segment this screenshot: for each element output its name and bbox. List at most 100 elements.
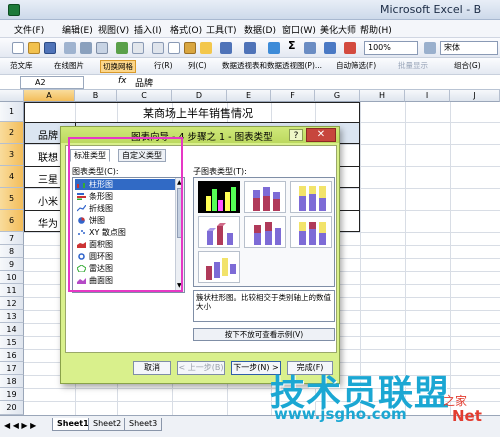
menu-format[interactable]: 格式(O)	[170, 23, 202, 36]
col-header-h[interactable]: H	[360, 90, 405, 102]
select-all-corner[interactable]	[0, 90, 24, 102]
row-header-17[interactable]: 17	[0, 362, 24, 375]
fx-icon[interactable]: fx	[118, 76, 127, 86]
toggle-grid-button[interactable]: 切换网格	[100, 60, 136, 73]
menu-edit[interactable]: 编辑(E)	[62, 23, 93, 36]
cell-a6[interactable]: 华为	[38, 215, 58, 230]
spelling-icon[interactable]	[116, 42, 128, 54]
subtype-stacked-column[interactable]	[244, 181, 286, 213]
print-icon[interactable]	[80, 42, 92, 54]
row-header-9[interactable]: 9	[0, 258, 24, 271]
subtype-label: 子图表类型(T):	[193, 167, 247, 176]
undo-icon[interactable]	[220, 42, 232, 54]
sheet-title-cell[interactable]: 某商场上半年销售情况	[143, 105, 253, 121]
col-header-g[interactable]: G	[315, 90, 360, 102]
row-header-6[interactable]: 6	[0, 210, 24, 232]
col-header-d[interactable]: D	[172, 90, 227, 102]
batch-display-button[interactable]: 批量显示	[396, 60, 430, 73]
menu-tools[interactable]: 工具(T)	[206, 23, 237, 36]
menu-beautify[interactable]: 美化大师	[320, 23, 356, 36]
hyperlink-icon[interactable]	[268, 42, 280, 54]
menu-data[interactable]: 数据(D)	[244, 23, 276, 36]
col-header-f[interactable]: F	[271, 90, 315, 102]
cell-a2[interactable]: 品牌	[38, 127, 58, 142]
row-header-12[interactable]: 12	[0, 297, 24, 310]
online-images-button[interactable]: 在线图片	[52, 60, 86, 73]
col-header-j[interactable]: J	[450, 90, 500, 102]
cell-a3[interactable]: 联想	[38, 149, 58, 164]
sort-desc-icon[interactable]	[324, 42, 336, 54]
standard-toolbar: Σ 100% 宋体	[0, 38, 500, 58]
row-header-13[interactable]: 13	[0, 310, 24, 323]
subtype-3d-column[interactable]	[198, 251, 240, 283]
row-header-3[interactable]: 3	[0, 144, 24, 166]
3d-column-icon	[206, 258, 236, 280]
menu-view[interactable]: 视图(V)	[98, 23, 129, 36]
formula-input[interactable]: 品牌	[135, 76, 153, 89]
sheet-tab-2[interactable]: Sheet2	[88, 418, 127, 431]
autofilter-button[interactable]: 自动筛选(F)	[334, 60, 378, 73]
fanwenku-button[interactable]: 范文库	[8, 60, 35, 73]
cancel-button[interactable]: 取消	[133, 361, 171, 375]
open-icon[interactable]	[28, 42, 40, 54]
row-header-1[interactable]: 1	[0, 102, 24, 122]
row-header-10[interactable]: 10	[0, 271, 24, 284]
subtype-100-stacked-column[interactable]	[290, 181, 332, 213]
research-icon[interactable]	[132, 42, 144, 54]
sort-icon[interactable]	[304, 42, 316, 54]
row-header-2[interactable]: 2	[0, 122, 24, 144]
col-header-e[interactable]: E	[227, 90, 271, 102]
row-header-15[interactable]: 15	[0, 336, 24, 349]
row-header-19[interactable]: 19	[0, 388, 24, 401]
press-to-preview-button[interactable]: 按下不放可查看示例(V)	[193, 328, 335, 341]
close-icon[interactable]: ✕	[306, 128, 336, 142]
redo-icon[interactable]	[244, 42, 256, 54]
sheet-tab-3[interactable]: Sheet3	[124, 418, 163, 431]
copy-icon[interactable]	[168, 42, 180, 54]
subtype-3d-stacked-column[interactable]	[244, 216, 286, 248]
row-header-7[interactable]: 7	[0, 232, 24, 245]
cell-a4[interactable]: 三星	[38, 171, 58, 186]
column-button[interactable]: 列(C)	[186, 60, 209, 73]
format-painter-icon[interactable]	[200, 42, 212, 54]
save-icon[interactable]	[44, 42, 56, 54]
subtype-3d-100-stacked-column[interactable]	[290, 216, 332, 248]
pivot-table-button[interactable]: 数据透视表和数据透视图(P)...	[220, 60, 324, 73]
group-button[interactable]: 组合(G)	[452, 60, 483, 73]
cut-icon[interactable]	[152, 42, 164, 54]
row-button[interactable]: 行(R)	[152, 60, 175, 73]
cell-a5[interactable]: 小米	[38, 193, 58, 208]
window-title: Microsoft Excel - B	[380, 3, 482, 16]
subtype-3d-clustered-column[interactable]	[198, 216, 240, 248]
preview-icon[interactable]	[96, 42, 108, 54]
row-header-4[interactable]: 4	[0, 166, 24, 188]
menu-insert[interactable]: 插入(I)	[134, 23, 162, 36]
help-icon[interactable]: ?	[289, 129, 303, 141]
row-header-8[interactable]: 8	[0, 245, 24, 258]
name-box[interactable]: A2	[20, 76, 84, 89]
sum-icon[interactable]: Σ	[288, 39, 296, 52]
row-header-5[interactable]: 5	[0, 188, 24, 210]
zoom-select[interactable]: 100%	[364, 41, 418, 55]
menu-file[interactable]: 文件(F)	[14, 23, 44, 36]
row-header-11[interactable]: 11	[0, 284, 24, 297]
col-header-a[interactable]: A	[24, 90, 75, 102]
subtype-clustered-column[interactable]	[198, 181, 240, 213]
back-button[interactable]: < 上一步(B)	[177, 361, 225, 375]
menu-help[interactable]: 帮助(H)	[360, 23, 392, 36]
col-header-i[interactable]: I	[405, 90, 450, 102]
row-header-16[interactable]: 16	[0, 349, 24, 362]
chart-icon[interactable]	[344, 42, 356, 54]
row-header-18[interactable]: 18	[0, 375, 24, 388]
help-icon[interactable]	[424, 42, 436, 54]
tab-nav-arrows[interactable]: ◀ ◀ ▶ ▶	[4, 421, 36, 430]
col-header-c[interactable]: C	[117, 90, 172, 102]
new-icon[interactable]	[12, 42, 24, 54]
font-select[interactable]: 宋体	[440, 41, 498, 55]
permission-icon[interactable]	[64, 42, 76, 54]
paste-icon[interactable]	[184, 42, 196, 54]
row-header-14[interactable]: 14	[0, 323, 24, 336]
col-header-b[interactable]: B	[75, 90, 117, 102]
row-header-20[interactable]: 20	[0, 401, 24, 415]
menu-window[interactable]: 窗口(W)	[282, 23, 316, 36]
